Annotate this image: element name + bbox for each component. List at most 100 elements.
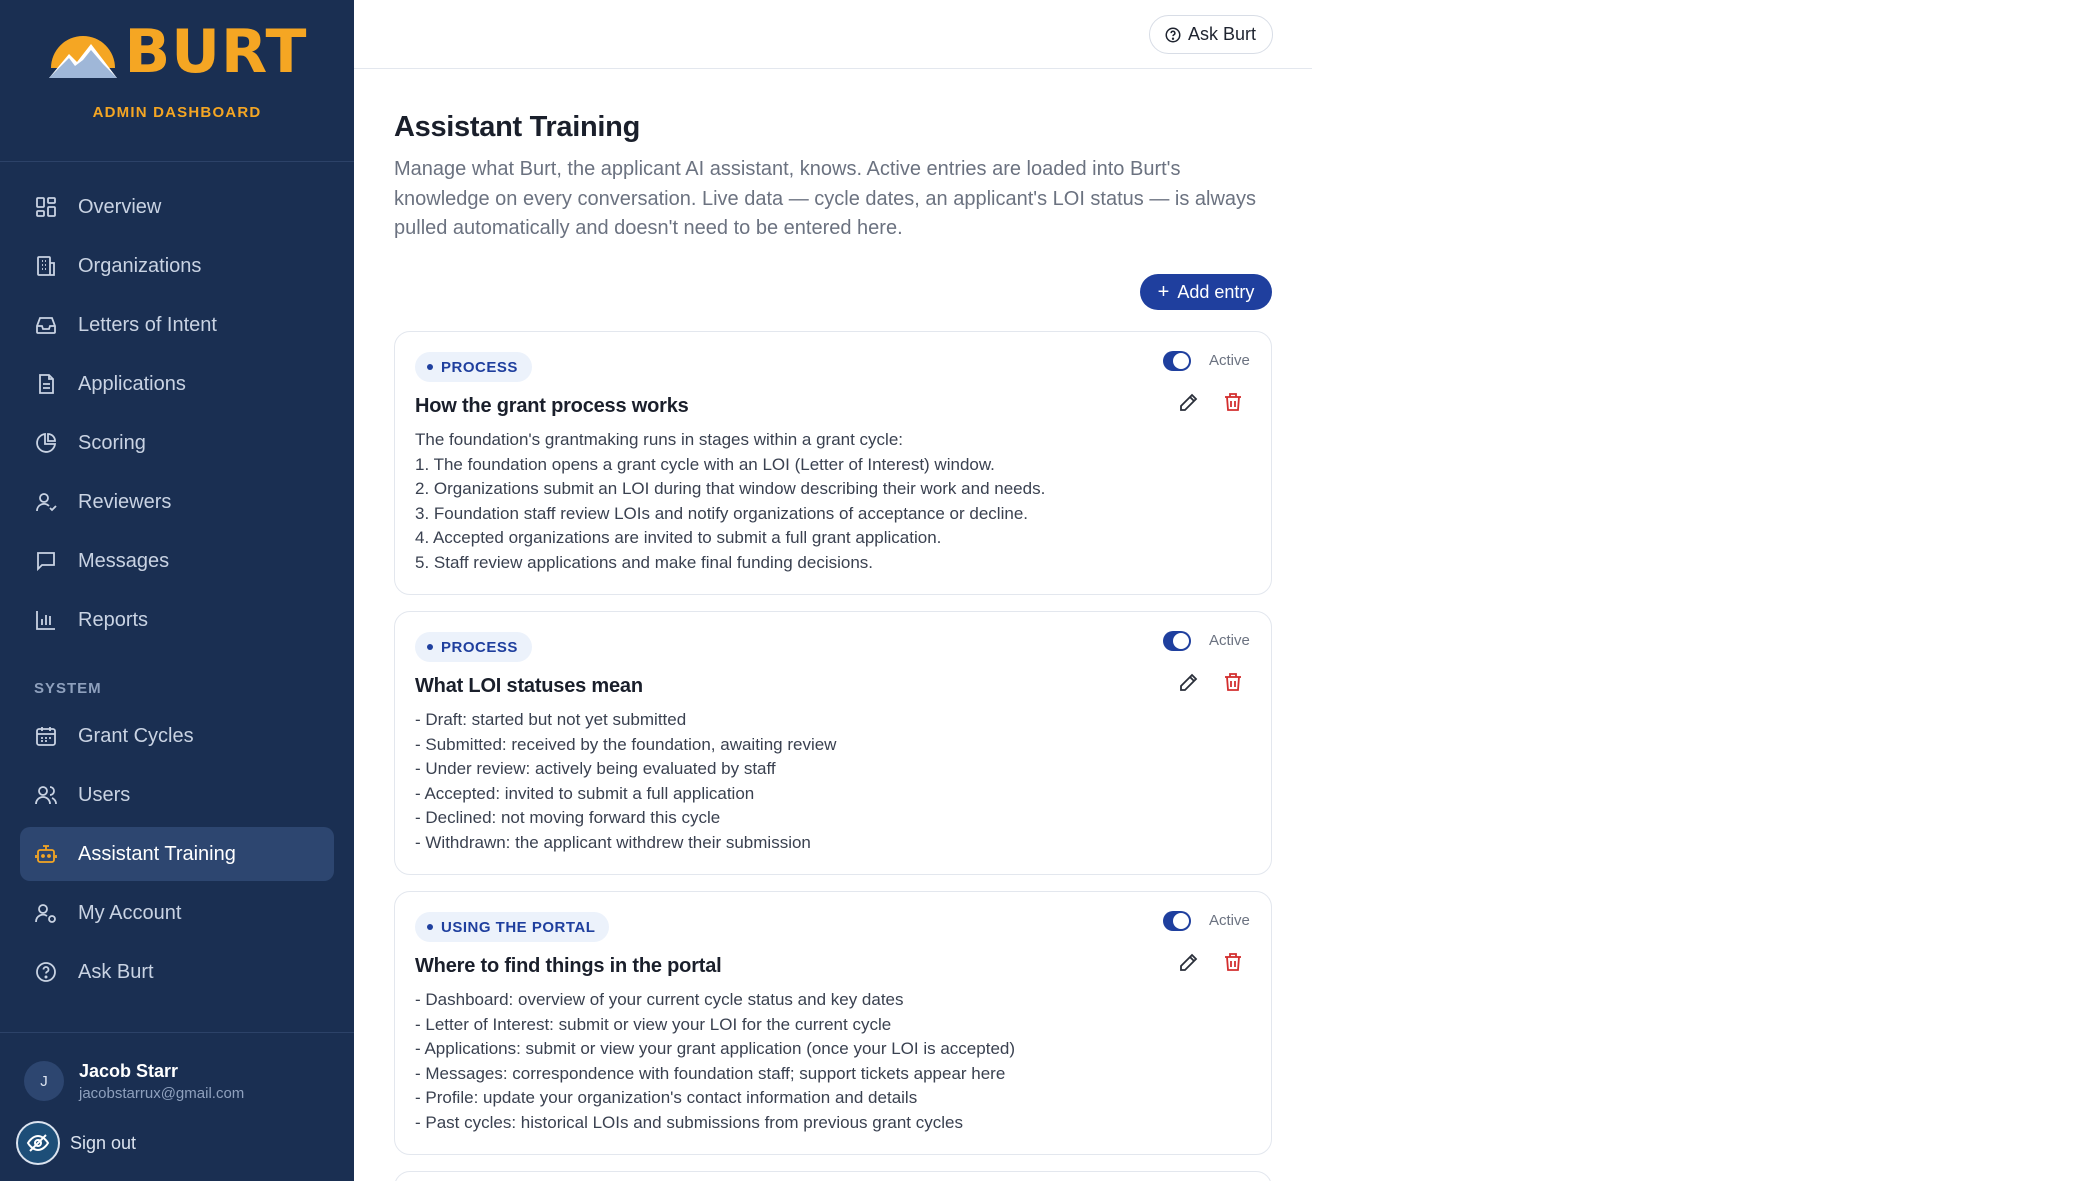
sidebar-item-letters-of-intent[interactable]: Letters of Intent [20, 298, 334, 352]
status-label: Active [1209, 912, 1250, 929]
sidebar-item-label: Assistant Training [78, 842, 236, 865]
dot-icon [427, 924, 433, 930]
active-toggle[interactable] [1163, 351, 1191, 371]
entry-line: - Draft: started but not yet submitted [415, 710, 687, 729]
bot-icon [34, 842, 58, 866]
sidebar: BURT ADMIN DASHBOARD Overview Organizati… [0, 0, 354, 1181]
sidebar-item-messages[interactable]: Messages [20, 534, 334, 588]
sidebar-item-label: Grant Cycles [78, 724, 194, 747]
sidebar-item-label: Organizations [78, 254, 202, 277]
entry-content: - Dashboard: overview of your current cy… [415, 988, 1155, 1135]
entry-line: - Applications: submit or view your gran… [415, 1039, 1016, 1058]
sign-out-label: Sign out [70, 1132, 137, 1153]
knowledge-entry-card [394, 1171, 1272, 1181]
user-cog-icon [34, 901, 58, 925]
user-name: Jacob Starr [79, 1061, 179, 1081]
sidebar-item-overview[interactable]: Overview [20, 180, 334, 234]
sidebar-item-label: My Account [78, 901, 182, 924]
sidebar-item-label: Overview [78, 195, 162, 218]
edit-pencil-icon[interactable] [1177, 670, 1201, 694]
entry-line: 1. The foundation opens a grant cycle wi… [415, 454, 995, 474]
entry-line: - Messages: correspondence with foundati… [415, 1063, 1006, 1083]
entry-line: - Accepted: invited to submit a full app… [415, 783, 755, 803]
category-badge: PROCESS [415, 632, 532, 662]
brand-name: BURT [124, 17, 308, 87]
dot-icon [427, 364, 433, 370]
help-circle-icon [1165, 27, 1181, 42]
sidebar-item-ask-burt[interactable]: Ask Burt [20, 945, 334, 999]
knowledge-entry-card: PROCESS Active How the grant process wor… [394, 331, 1272, 595]
entry-line: - Declined: not moving forward this cycl… [415, 808, 721, 827]
entry-line: - Under review: actively being evaluated… [415, 759, 776, 778]
help-circle-icon [34, 960, 58, 984]
entry-content: The foundation's grantmaking runs in sta… [415, 428, 1155, 575]
edit-pencil-icon[interactable] [1177, 390, 1201, 414]
sidebar-item-label: Reviewers [78, 490, 172, 513]
entry-title: What LOI statuses mean [415, 675, 643, 697]
entry-line: - Past cycles: historical LOIs and submi… [415, 1112, 963, 1132]
grid-icon [34, 195, 58, 219]
entry-line: - Submitted: received by the foundation,… [415, 734, 837, 754]
dot-icon [427, 644, 433, 650]
ask-burt-label: Ask Burt [1188, 24, 1257, 44]
entry-content: - Draft: started but not yet submitted -… [415, 708, 1155, 855]
avatar[interactable]: J [24, 1061, 64, 1101]
user-email: jacobstarrux@gmail.com [79, 1085, 245, 1102]
sidebar-item-reports[interactable]: Reports [20, 593, 334, 647]
sidebar-item-grant-cycles[interactable]: Grant Cycles [20, 709, 334, 763]
category-label: PROCESS [441, 358, 518, 376]
sidebar-item-my-account[interactable]: My Account [20, 886, 334, 940]
page-description: Manage what Burt, the applicant AI assis… [394, 158, 1257, 239]
add-entry-button[interactable]: + Add entry [1140, 274, 1272, 310]
sidebar-item-reviewers[interactable]: Reviewers [20, 475, 334, 529]
edit-pencil-icon[interactable] [1177, 950, 1201, 974]
system-section-label: SYSTEM [34, 680, 102, 697]
category-label: PROCESS [441, 638, 518, 656]
entry-line: 5. Staff review applications and make fi… [415, 552, 874, 572]
active-toggle[interactable] [1163, 631, 1191, 651]
message-icon [34, 549, 58, 573]
add-entry-label: Add entry [1177, 281, 1255, 302]
status-label: Active [1209, 632, 1250, 649]
entry-title: Where to find things in the portal [415, 955, 722, 977]
sidebar-item-label: Messages [78, 549, 170, 572]
trash-icon[interactable] [1221, 950, 1245, 974]
category-label: USING THE PORTAL [441, 918, 596, 936]
entry-title: How the grant process works [415, 395, 689, 417]
status-label: Active [1209, 352, 1250, 369]
category-badge: USING THE PORTAL [415, 912, 610, 942]
entry-line: - Profile: update your organization's co… [415, 1088, 918, 1107]
document-icon [34, 372, 58, 396]
sidebar-item-users[interactable]: Users [20, 768, 334, 822]
trash-icon[interactable] [1221, 390, 1245, 414]
entry-line: 3. Foundation staff review LOIs and noti… [415, 503, 1028, 523]
sidebar-item-label: Letters of Intent [78, 313, 217, 336]
bar-chart-icon [34, 608, 58, 632]
top-bar: Ask Burt [354, 0, 1312, 69]
sidebar-item-label: Users [78, 783, 131, 806]
knowledge-entry-card: PROCESS Active What LOI statuses mean - … [394, 611, 1272, 875]
knowledge-entry-card: USING THE PORTAL Active Where to find th… [394, 891, 1272, 1155]
category-badge: PROCESS [415, 352, 532, 382]
sidebar-item-label: Scoring [78, 431, 146, 454]
entry-line: - Dashboard: overview of your current cy… [415, 990, 904, 1009]
sidebar-item-assistant-training[interactable]: Assistant Training [20, 827, 334, 881]
sidebar-footer: J Jacob Starr jacobstarrux@gmail.com Sig… [0, 1032, 354, 1181]
logo[interactable]: BURT [47, 22, 308, 82]
pie-chart-icon [34, 431, 58, 455]
sidebar-item-label: Reports [78, 608, 149, 631]
building-icon [34, 254, 58, 278]
entry-line: - Letter of Interest: submit or view you… [415, 1014, 892, 1034]
sidebar-item-label: Ask Burt [78, 960, 154, 983]
plus-icon: + [1157, 281, 1170, 303]
brand-subtitle: ADMIN DASHBOARD [92, 104, 262, 121]
users-icon [34, 783, 58, 807]
active-toggle[interactable] [1163, 911, 1191, 931]
trash-icon[interactable] [1221, 670, 1245, 694]
sign-out-button[interactable]: Sign out [16, 1121, 136, 1165]
sidebar-item-applications[interactable]: Applications [20, 357, 334, 411]
sidebar-item-organizations[interactable]: Organizations [20, 239, 334, 293]
inbox-icon [34, 313, 58, 337]
sidebar-item-scoring[interactable]: Scoring [20, 416, 334, 470]
ask-burt-button[interactable]: Ask Burt [1149, 15, 1274, 54]
